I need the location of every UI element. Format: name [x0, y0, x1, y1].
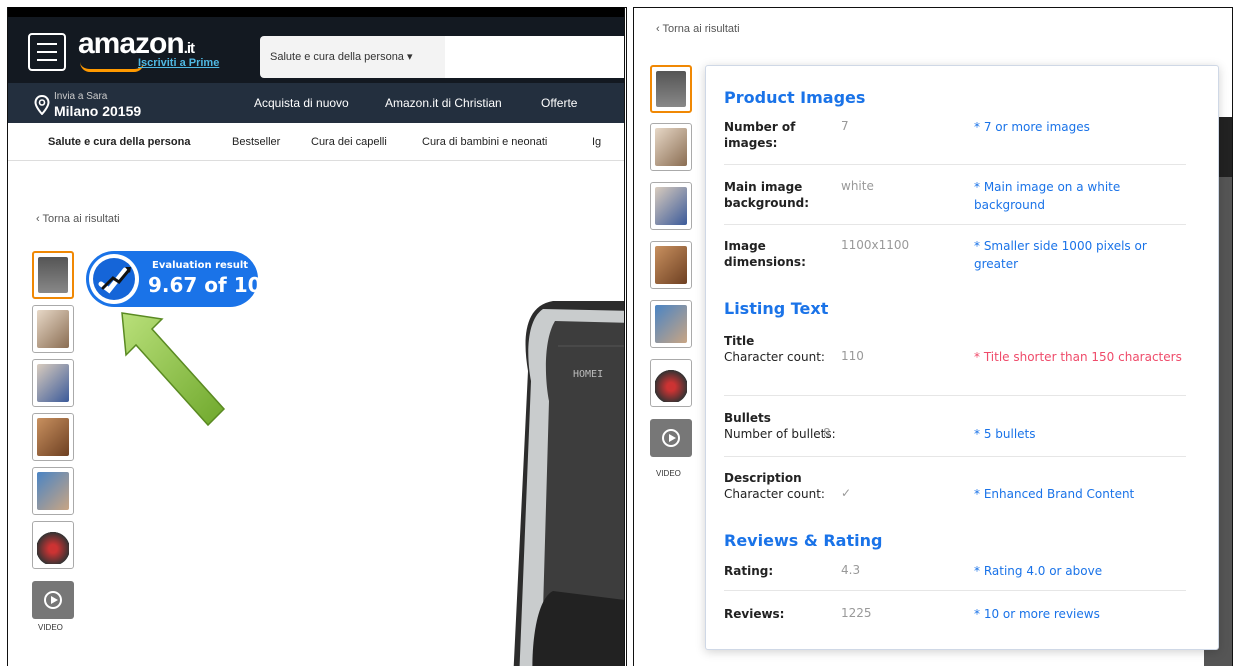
bullets-value: 8 — [823, 426, 831, 440]
product-image[interactable]: HOMEI — [403, 301, 625, 666]
evaluation-panel: ‹ Torna ai risultati VIDEO Product Image… — [633, 7, 1233, 666]
back-to-results-link-2[interactable]: ‹ Torna ai risultati — [656, 23, 740, 35]
dimensions-label: Image dimensions: — [724, 239, 806, 269]
subnav-more[interactable]: Ig — [592, 136, 601, 148]
reviews-value: 1225 — [841, 606, 872, 620]
thumbnail-4[interactable] — [32, 413, 74, 461]
description-char-count-label: Character count: — [724, 487, 825, 501]
thumbnail-r4[interactable] — [650, 241, 692, 289]
search-input[interactable] — [445, 36, 624, 78]
main-bg-requirement: * Main image on a white background — [974, 180, 1121, 212]
video-label-r: VIDEO — [656, 469, 681, 478]
subnav-hair-care[interactable]: Cura dei capelli — [311, 136, 387, 148]
panel-divider — [626, 7, 633, 666]
rating-value: 4.3 — [841, 563, 861, 577]
section-reviews-rating: Reviews & Rating — [724, 531, 883, 550]
section-listing-text: Listing Text — [724, 299, 829, 318]
separator — [724, 395, 1186, 396]
back-to-results-link[interactable]: ‹ Torna ai risultati — [36, 213, 120, 225]
check-chart-icon — [89, 254, 139, 304]
thumbnail-3[interactable] — [32, 359, 74, 407]
bullets-count-label: Number of bullets: — [724, 427, 836, 441]
bullets-label: Bullets — [724, 411, 771, 425]
thumbnail-r5[interactable] — [650, 300, 692, 348]
delivery-to-label: Invia a Sara — [54, 91, 108, 102]
logo-suffix: .it — [183, 40, 195, 57]
video-thumbnail-r[interactable] — [650, 419, 692, 457]
evaluation-popup: Product Images Number of images: 7 * 7 o… — [705, 65, 1219, 650]
separator — [724, 224, 1186, 225]
dimensions-value: 1100x1100 — [841, 238, 910, 252]
nav-offers[interactable]: Offerte — [541, 96, 577, 110]
nav-amazon-christian[interactable]: Amazon.it di Christian — [385, 96, 502, 110]
title-row-label: Title Character count: — [724, 333, 854, 365]
main-bg-label: Main image background: — [724, 180, 810, 210]
num-images-requirement: * 7 or more images — [974, 120, 1090, 134]
location-pin-icon — [34, 95, 50, 115]
title-value: 110 — [841, 349, 864, 363]
amazon-panel: amazon.it Iscriviti a Prime Salute e cur… — [7, 7, 625, 666]
video-thumbnail[interactable] — [32, 581, 74, 619]
num-images-label: Number of images: — [724, 120, 796, 150]
thumbnail-r1[interactable] — [650, 65, 692, 113]
screenshot-frame: amazon.it Iscriviti a Prime Salute e cur… — [0, 0, 1242, 666]
amazon-logo[interactable]: amazon.it — [78, 27, 195, 61]
description-row-label: Description Character count: — [724, 470, 854, 502]
thumbnail-r3[interactable] — [650, 182, 692, 230]
dimensions-requirement: * Smaller side 1000 pixels or greater — [974, 239, 1147, 271]
bullets-row-label: Bullets Number of bullets: — [724, 410, 854, 442]
top-black-bar — [8, 7, 624, 17]
subnav-bestseller[interactable]: Bestseller — [232, 136, 280, 148]
evaluation-badge[interactable]: Evaluation result 9.67 of 10 — [86, 251, 262, 307]
thumbnail-5[interactable] — [32, 467, 74, 515]
thumbnail-1[interactable] — [32, 251, 74, 299]
evaluation-score: 9.67 of 10 — [148, 273, 262, 297]
num-images-value: 7 — [841, 119, 849, 133]
rating-requirement: * Rating 4.0 or above — [974, 564, 1103, 578]
reviews-label: Reviews: — [724, 607, 785, 621]
title-requirement: * Title shorter than 150 characters — [974, 350, 1182, 364]
separator — [724, 164, 1186, 165]
thumbnail-r2[interactable] — [650, 123, 692, 171]
evaluation-label: Evaluation result — [152, 260, 249, 271]
thumbnail-r6[interactable] — [650, 359, 692, 407]
bullets-requirement: * 5 bullets — [974, 427, 1036, 441]
section-product-images: Product Images — [724, 88, 866, 107]
green-arrow-icon — [121, 312, 226, 427]
rating-label: Rating: — [724, 564, 774, 578]
description-label: Description — [724, 471, 802, 485]
subnav-baby-care[interactable]: Cura di bambini e neonati — [422, 136, 547, 148]
delivery-location[interactable]: Milano 20159 — [54, 103, 141, 119]
separator — [724, 456, 1186, 457]
separator — [724, 590, 1186, 591]
description-value: ✓ — [841, 486, 852, 500]
thumbnail-6[interactable] — [32, 521, 74, 569]
main-bg-value: white — [841, 179, 874, 193]
amazon-smile-icon — [80, 62, 144, 72]
hamburger-menu-icon[interactable] — [28, 33, 66, 71]
subnav-health[interactable]: Salute e cura della persona — [48, 136, 190, 148]
nav-buy-again[interactable]: Acquista di nuovo — [254, 96, 349, 110]
product-brand: HOMEI — [573, 369, 603, 380]
thumbnail-2[interactable] — [32, 305, 74, 353]
video-label: VIDEO — [38, 623, 63, 632]
title-label: Title — [724, 334, 755, 348]
description-requirement: * Enhanced Brand Content — [974, 487, 1135, 501]
logo-text: amazon — [78, 27, 185, 60]
search-category-dropdown[interactable]: Salute e cura della persona ▾ — [260, 36, 445, 78]
reviews-requirement: * 10 or more reviews — [974, 607, 1100, 621]
title-char-count-label: Character count: — [724, 350, 825, 364]
prime-signup-link[interactable]: Iscriviti a Prime — [138, 57, 219, 69]
